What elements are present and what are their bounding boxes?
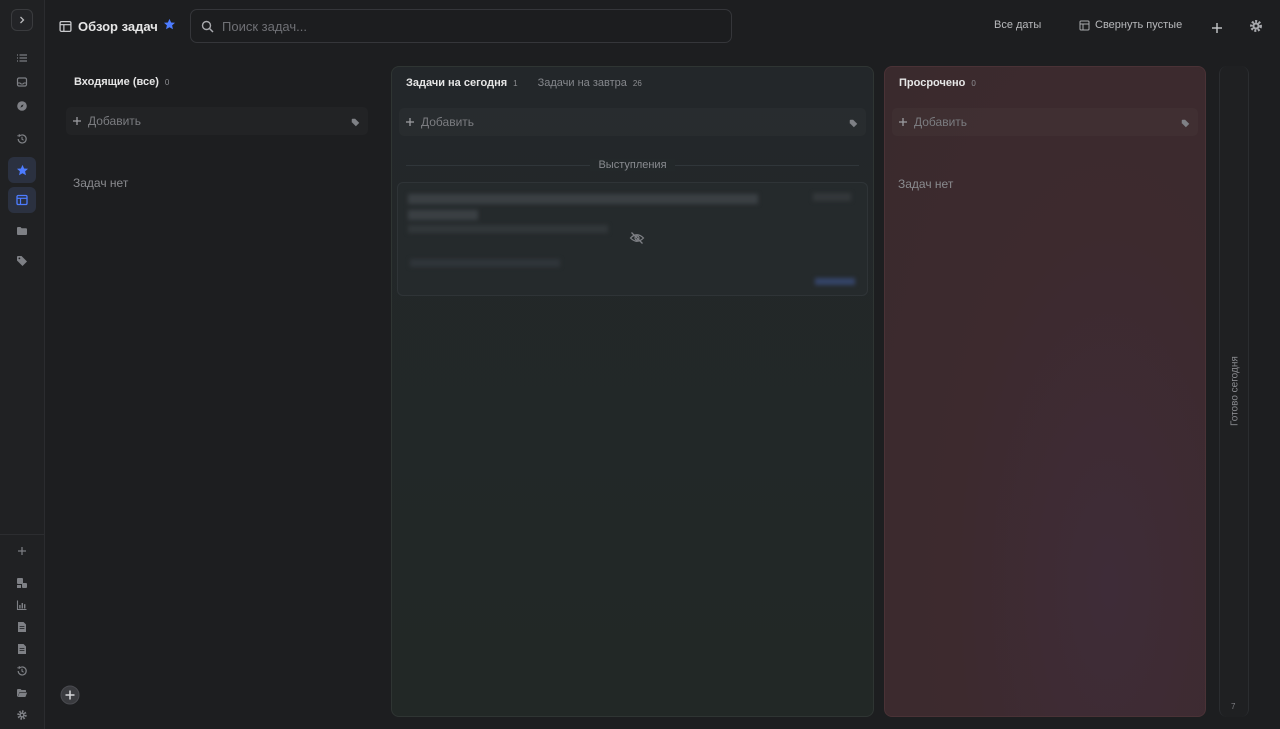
column-count: 0: [164, 78, 170, 87]
nav-inbox[interactable]: [8, 69, 36, 95]
analytics-icon: [17, 578, 27, 588]
header: Обзор задач Все даты Свернуть пустые: [45, 0, 1280, 52]
add-column-button[interactable]: [1208, 19, 1226, 37]
tag-icon: [351, 118, 360, 127]
column-count: 1: [513, 79, 518, 88]
folder-open-icon: [17, 689, 28, 697]
add-task-row[interactable]: Добавить: [399, 108, 866, 136]
collapse-empty-button[interactable]: Свернуть пустые: [1079, 19, 1182, 31]
nav-add[interactable]: [8, 538, 36, 564]
tab-today[interactable]: Задачи на сегодня: [406, 77, 507, 89]
column-today: Задачи на сегодня 1 Задачи на завтра 26 …: [391, 66, 874, 717]
favorite-toggle[interactable]: [163, 18, 176, 36]
star-icon: [16, 164, 28, 175]
inbox-icon: [16, 77, 28, 87]
tag-picker-button[interactable]: [849, 117, 858, 131]
tab-tomorrow-count: 26: [632, 79, 642, 88]
expand-sidebar-button[interactable]: [11, 9, 33, 31]
tag-picker-button[interactable]: [1181, 117, 1190, 131]
task-chip: [815, 278, 855, 285]
list-icon: [17, 54, 27, 62]
history-icon: [17, 666, 27, 676]
task-card[interactable]: [397, 182, 868, 296]
search-icon: [201, 20, 214, 33]
nav-history[interactable]: [8, 126, 36, 152]
add-task-row[interactable]: Добавить: [892, 108, 1198, 136]
add-task-label: Добавить: [421, 115, 475, 129]
plus-icon: [18, 547, 26, 555]
eye-off-icon: [629, 232, 645, 244]
task-subtask: [410, 259, 560, 267]
table-icon: [1079, 20, 1090, 30]
tag-icon: [849, 119, 858, 128]
nav-list[interactable]: [8, 45, 36, 71]
empty-state: Задач нет: [73, 176, 129, 190]
rail-divider: [0, 534, 44, 535]
group-header[interactable]: Выступления: [392, 159, 873, 171]
plus-icon: [899, 118, 907, 126]
plus-icon: [406, 118, 414, 126]
gear-icon: [17, 710, 27, 720]
task-meta: [408, 225, 608, 233]
nav-folders[interactable]: [8, 218, 36, 244]
page-title: Обзор задач: [78, 18, 158, 34]
column-inbox: Входящие (все) 0 Добавить Задач нет: [60, 66, 374, 717]
nav-favorites[interactable]: [8, 157, 36, 183]
column-title: Входящие (все): [74, 76, 159, 88]
add-task-label: Добавить: [914, 115, 968, 129]
hidden-toggle[interactable]: [629, 231, 645, 250]
search-input[interactable]: [222, 18, 702, 34]
column-inbox-header: Входящие (все) 0: [74, 76, 169, 88]
group-title: Выступления: [590, 159, 675, 171]
column-overdue-header: Просрочено 0: [899, 77, 976, 89]
empty-state: Задач нет: [898, 177, 954, 191]
document-icon: [18, 622, 26, 632]
star-icon: [163, 18, 176, 30]
chart-icon: [16, 600, 27, 611]
compass-icon: [17, 101, 27, 111]
document-icon: [18, 644, 26, 654]
all-dates-label: Все даты: [994, 19, 1042, 31]
settings-button[interactable]: [1247, 17, 1265, 35]
nav-board[interactable]: [8, 187, 36, 213]
history-icon: [17, 134, 27, 144]
tab-tomorrow[interactable]: Задачи на завтра: [538, 77, 627, 89]
left-rail: [0, 0, 45, 729]
column-count: 0: [971, 79, 976, 88]
add-task-row[interactable]: Добавить: [66, 107, 368, 135]
all-dates-button[interactable]: Все даты: [994, 19, 1041, 31]
collapse-empty-label: Свернуть пустые: [1095, 19, 1183, 31]
tag-icon: [1181, 119, 1190, 128]
plus-icon: [1212, 23, 1222, 33]
folder-icon: [17, 227, 27, 235]
plus-icon: [73, 117, 81, 125]
add-task-label: Добавить: [88, 114, 142, 128]
board-icon: [59, 20, 72, 32]
nav-settings[interactable]: [8, 702, 36, 728]
column-today-header: Задачи на сегодня 1 Задачи на завтра 26: [406, 77, 642, 89]
search-box[interactable]: [190, 9, 732, 43]
task-date: [813, 193, 851, 201]
column-overdue: Просрочено 0 Добавить Задач нет: [884, 66, 1206, 717]
page-title-wrap: Обзор задач: [59, 16, 158, 36]
tag-picker-button[interactable]: [351, 116, 360, 130]
column-done-collapsed[interactable]: Готово сегодня 7: [1219, 66, 1249, 717]
column-count: 7: [1231, 702, 1236, 711]
chevron-right-icon: [20, 16, 25, 24]
gear-icon: [1250, 20, 1262, 32]
column-title: Просрочено: [899, 77, 966, 89]
nav-explore[interactable]: [8, 93, 36, 119]
column-title: Готово сегодня: [1229, 356, 1241, 426]
nav-tags[interactable]: [8, 248, 36, 274]
tag-icon: [17, 256, 27, 266]
task-title: [408, 191, 768, 223]
board-icon: [16, 194, 28, 206]
